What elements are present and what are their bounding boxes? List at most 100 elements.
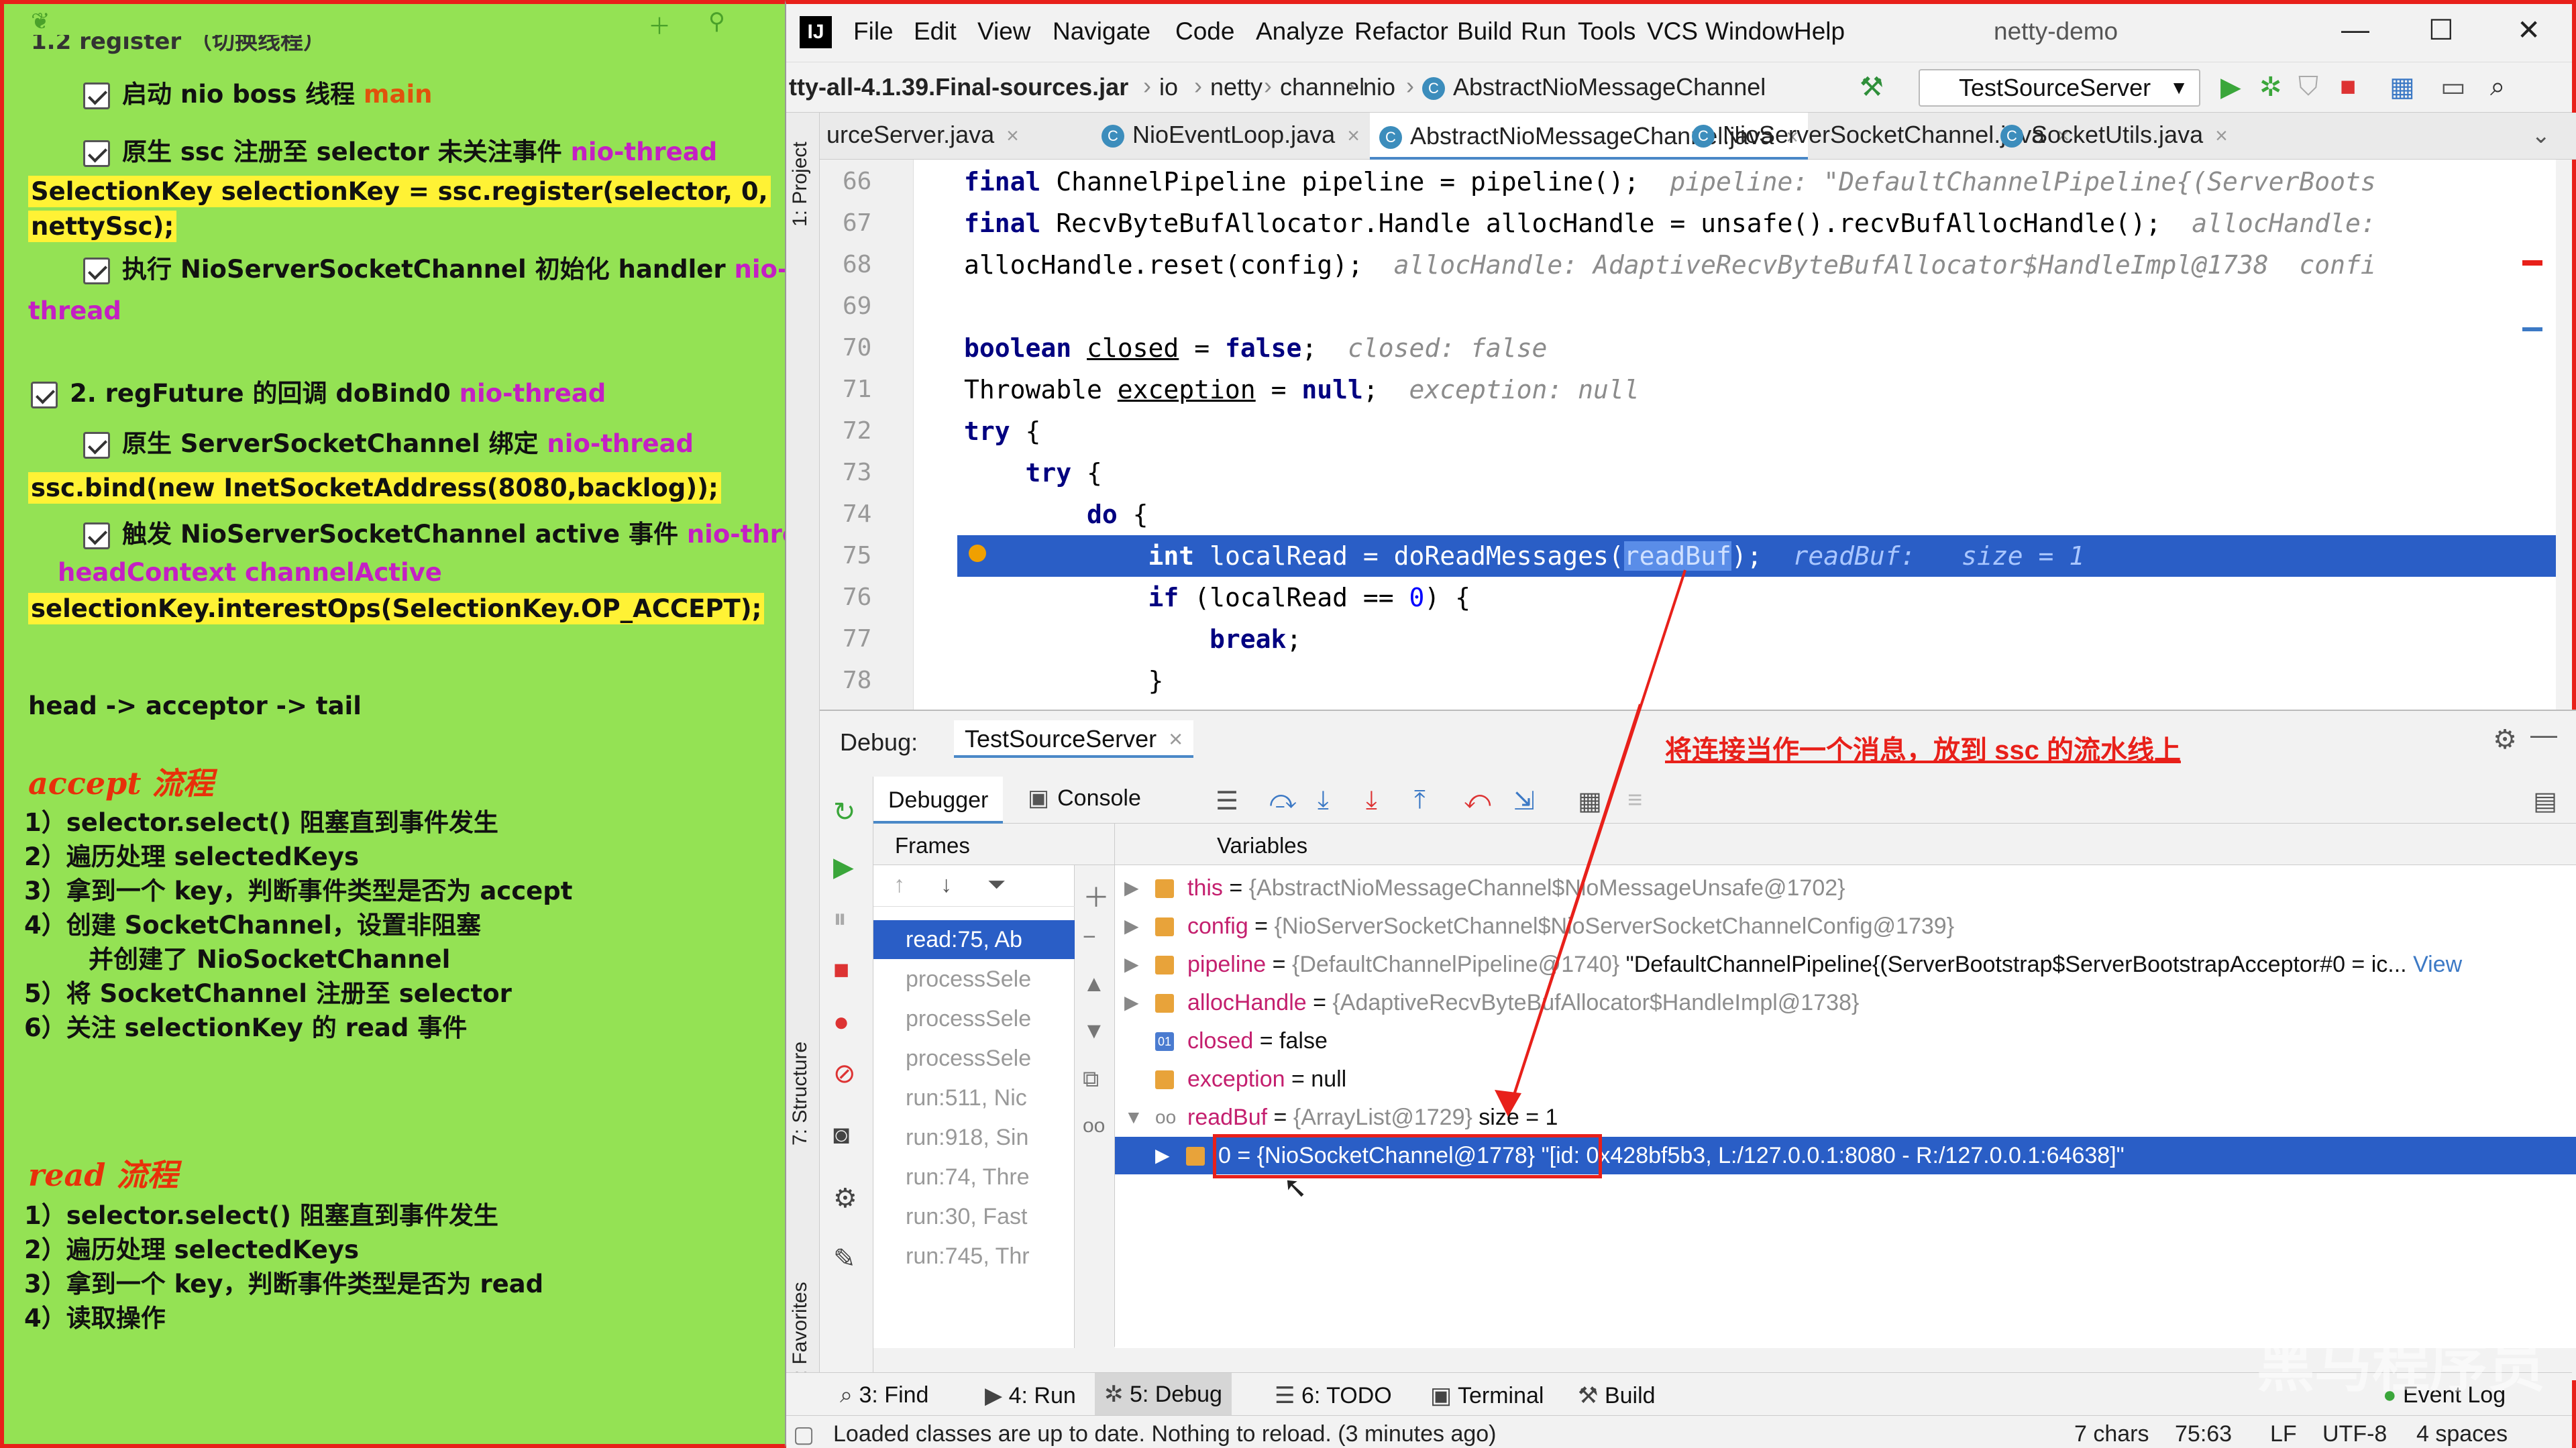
variable-row[interactable]: exception = null: [1115, 1060, 2576, 1098]
move-up-icon[interactable]: ▲: [1083, 971, 1106, 997]
code-line[interactable]: try {: [820, 452, 2556, 494]
code-line[interactable]: int localRead = doReadMessages(readBuf);…: [957, 535, 2556, 577]
remove-watch-icon[interactable]: −: [1083, 924, 1096, 950]
stop-debug-icon[interactable]: ■: [833, 955, 849, 985]
rerun-icon[interactable]: ↻: [833, 797, 856, 828]
editor-tab[interactable]: C SocketUtils.java ×: [2000, 121, 2228, 149]
frame-down-icon[interactable]: ↓: [941, 872, 952, 898]
tool-button[interactable]: ▣ Terminal: [1430, 1382, 1544, 1409]
close-tab-icon[interactable]: ×: [1347, 123, 1360, 148]
indent-setting[interactable]: 4 spaces: [2416, 1421, 2508, 1447]
status-square-icon[interactable]: ▢: [793, 1421, 814, 1448]
search-icon[interactable]: ⌕: [2490, 72, 2505, 102]
minimize-icon[interactable]: —: [2341, 13, 2369, 46]
checkbox-icon[interactable]: [83, 82, 110, 109]
stack-frame[interactable]: processSele: [873, 960, 1075, 999]
resume-icon[interactable]: ▶: [833, 852, 854, 883]
code-line[interactable]: do {: [820, 494, 2556, 535]
add-watch-icon[interactable]: ＋: [1083, 876, 1110, 915]
editor-tab[interactable]: C NioEventLoop.java ×: [1102, 121, 1360, 149]
drop-frame-icon[interactable]: ⤺: [1464, 786, 1491, 815]
breadcrumb-item[interactable]: tty-all-4.1.39.Final-sources.jar: [789, 73, 1128, 101]
mute-breakpoints-icon[interactable]: ⊘: [833, 1058, 856, 1089]
view-breakpoints-icon[interactable]: ●: [833, 1007, 849, 1038]
breadcrumb-item[interactable]: nio: [1363, 73, 1395, 101]
settings-icon[interactable]: ⚙: [833, 1183, 857, 1214]
layout-settings-icon[interactable]: ▤: [2533, 786, 2557, 816]
trace-icon[interactable]: ≡: [1627, 786, 1642, 815]
build-hammer-icon[interactable]: ⚒: [1860, 72, 1884, 103]
expand-arrow-icon[interactable]: ▶: [1124, 869, 1139, 907]
code-editor[interactable]: 66 final ChannelPipeline pipeline = pipel…: [820, 160, 2556, 710]
copy-icon[interactable]: ⧉: [1083, 1066, 1099, 1093]
menu-run[interactable]: Run: [1521, 17, 1566, 46]
evaluate-icon[interactable]: ▦: [1578, 786, 1602, 816]
close-tab-icon[interactable]: ×: [1006, 123, 1019, 148]
variable-row[interactable]: ▼ oo readBuf = {ArrayList@1729} size = 1: [1115, 1099, 2576, 1136]
file-encoding[interactable]: UTF-8: [2322, 1421, 2387, 1447]
expand-arrow-icon[interactable]: ▶: [1124, 984, 1139, 1021]
variable-row[interactable]: ▶ allocHandle = {AdaptiveRecvByteBufAlloc…: [1115, 984, 2576, 1021]
checkbox-icon[interactable]: [83, 140, 110, 167]
close-icon[interactable]: ✕: [2517, 13, 2540, 46]
run-config-select[interactable]: TestSourceServer ▼: [1919, 69, 2200, 107]
debug-bug-icon[interactable]: ✲: [2259, 72, 2282, 103]
filter-icon[interactable]: ⏷: [987, 872, 1006, 898]
favorites-tool-label[interactable]: 2: Favorites: [789, 1282, 812, 1387]
code-line[interactable]: final ChannelPipeline pipeline = pipelin…: [820, 161, 2556, 203]
project-structure-icon[interactable]: ▦: [2390, 72, 2415, 103]
variable-row[interactable]: ▶ pipeline = {DefaultChannelPipeline@1740…: [1115, 946, 2576, 983]
menu-refactor[interactable]: Refactor: [1354, 17, 1448, 46]
move-down-icon[interactable]: ▼: [1083, 1018, 1106, 1044]
tool-button[interactable]: ☰ 6: TODO: [1275, 1382, 1392, 1409]
expand-arrow-icon[interactable]: ▶: [1124, 946, 1139, 983]
stack-frame[interactable]: run:745, Thr: [873, 1237, 1075, 1276]
code-line[interactable]: [820, 286, 2556, 327]
menu-build[interactable]: Build: [1457, 17, 1512, 46]
pin-tab-icon[interactable]: ✎: [833, 1243, 856, 1274]
breadcrumb-item[interactable]: io: [1159, 73, 1178, 101]
force-step-into-icon[interactable]: ⤓: [1366, 786, 1377, 815]
layout-icon[interactable]: ▭: [2440, 72, 2466, 103]
variable-row[interactable]: ▶ config = {NioServerSocketChannel$NioSer…: [1115, 907, 2576, 945]
expand-arrow-icon[interactable]: ▶: [1124, 907, 1139, 945]
checkbox-icon[interactable]: [83, 522, 110, 549]
menu-edit[interactable]: Edit: [914, 17, 957, 46]
console-tab[interactable]: ▣ Console: [1028, 785, 1141, 812]
menu-analyze[interactable]: Analyze: [1256, 17, 1344, 46]
line-separator[interactable]: LF: [2270, 1421, 2297, 1447]
debug-session-tab[interactable]: TestSourceServer ×: [954, 720, 1194, 758]
menu-view[interactable]: View: [977, 17, 1031, 46]
menu-lines-icon[interactable]: ☰: [1216, 786, 1238, 816]
expand-arrow-icon[interactable]: ▶: [1155, 1137, 1170, 1174]
structure-tool-label[interactable]: 7: Structure: [789, 1042, 812, 1146]
run-to-cursor-icon[interactable]: ⇲: [1513, 786, 1535, 816]
tool-button[interactable]: ✲ 5: Debug: [1095, 1373, 1232, 1416]
code-line[interactable]: if (localRead == 0) {: [820, 577, 2556, 618]
variable-row[interactable]: ▶ this = {AbstractNioMessageChannel$NioMe…: [1115, 869, 2576, 907]
caret-position[interactable]: 75:63: [2175, 1421, 2232, 1447]
close-tab-icon[interactable]: ×: [1169, 725, 1183, 753]
menu-navigate[interactable]: Navigate: [1053, 17, 1150, 46]
stack-frame[interactable]: processSele: [873, 1039, 1075, 1078]
menu-tools[interactable]: Tools: [1578, 17, 1635, 46]
frame-up-icon[interactable]: ↑: [894, 872, 905, 898]
code-line[interactable]: break;: [820, 618, 2556, 660]
tool-button[interactable]: ⚒ Build: [1578, 1382, 1656, 1409]
code-line[interactable]: final RecvByteBufAllocator.Handle allocH…: [820, 203, 2556, 244]
hide-panel-icon[interactable]: —: [2530, 720, 2557, 750]
step-out-icon[interactable]: ⤒: [1414, 786, 1426, 815]
menu-window[interactable]: Window: [1705, 17, 1794, 46]
expand-arrow-icon[interactable]: ▼: [1124, 1099, 1143, 1136]
close-tab-icon[interactable]: ×: [2215, 123, 2228, 148]
pause-icon[interactable]: ⏸: [833, 904, 847, 934]
checkbox-icon[interactable]: [83, 257, 110, 284]
coverage-icon[interactable]: ⛉: [2298, 72, 2318, 102]
pin-icon[interactable]: ⚲: [708, 8, 725, 35]
run-icon[interactable]: ▶: [2220, 72, 2241, 103]
stack-frame[interactable]: run:74, Thre: [873, 1158, 1075, 1196]
gear-icon[interactable]: ⚙: [2493, 724, 2517, 755]
tool-button[interactable]: ▶ 4: Run: [985, 1382, 1076, 1409]
project-tool-label[interactable]: 1: Project: [789, 142, 812, 227]
code-line[interactable]: Throwable exception = null; exception: n…: [820, 369, 2556, 410]
